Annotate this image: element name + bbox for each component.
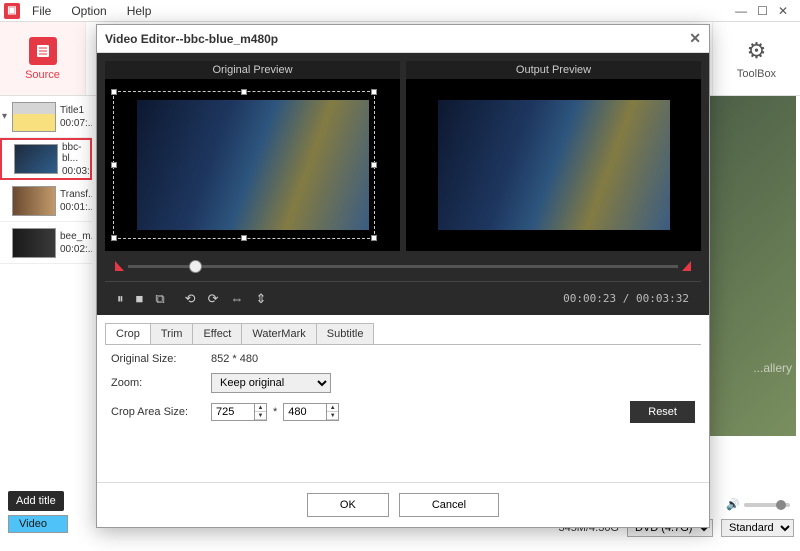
- original-preview-title: Original Preview: [105, 61, 400, 79]
- menu-help[interactable]: Help: [119, 2, 160, 20]
- snapshot-icon[interactable]: ⧉: [155, 291, 164, 307]
- minimize-icon[interactable]: —: [735, 4, 747, 18]
- maximize-icon[interactable]: ☐: [757, 4, 768, 18]
- original-size-value: 852 * 480: [211, 353, 258, 365]
- tab-watermark[interactable]: WaterMark: [241, 323, 316, 344]
- crop-form: Original Size: 852 * 480 Zoom: Keep orig…: [97, 345, 709, 439]
- original-preview-frame[interactable]: [105, 79, 400, 251]
- volume-slider[interactable]: [744, 503, 790, 507]
- video-chip[interactable]: Video: [8, 515, 68, 533]
- item-thumb: [12, 186, 56, 216]
- sidebar: ▾ Title1 00:07:... bbc-bl... 00:03:... Tra…: [0, 96, 92, 476]
- tab-subtitle[interactable]: Subtitle: [316, 323, 375, 344]
- sidebar-item-label: bee_m...: [60, 231, 92, 242]
- playback-time: 00:00:23 / 00:03:32: [563, 292, 689, 305]
- crop-width-input[interactable]: [211, 403, 255, 421]
- crop-width-stepper[interactable]: ▲▼: [254, 403, 267, 421]
- chevron-down-icon: ▾: [2, 111, 12, 122]
- crop-height-stepper[interactable]: ▲▼: [326, 403, 339, 421]
- trim-end-handle[interactable]: [682, 261, 691, 271]
- reset-button[interactable]: Reset: [630, 401, 695, 423]
- ok-button[interactable]: OK: [307, 493, 389, 517]
- cancel-button[interactable]: Cancel: [399, 493, 499, 517]
- output-preview-image: [438, 100, 670, 230]
- crop-box[interactable]: [113, 91, 375, 239]
- sidebar-item-title1[interactable]: ▾ Title1 00:07:...: [0, 96, 92, 138]
- crop-area-label: Crop Area Size:: [111, 406, 211, 418]
- item-duration: 00:01:...: [60, 202, 92, 213]
- output-preview-title: Output Preview: [406, 61, 701, 79]
- watermark-text: ...allery: [753, 361, 792, 375]
- tab-crop[interactable]: Crop: [105, 323, 151, 344]
- add-title-button[interactable]: Add title: [8, 491, 64, 511]
- zoom-label: Zoom:: [111, 377, 211, 389]
- item-thumb: [12, 102, 56, 132]
- tab-effect[interactable]: Effect: [192, 323, 242, 344]
- rotate-right-icon[interactable]: ⟳: [208, 291, 219, 307]
- sidebar-item-label: bbc-bl...: [62, 142, 90, 164]
- sidebar-item-label: Transf...: [60, 189, 92, 200]
- stop-icon[interactable]: ■: [136, 291, 144, 306]
- original-size-label: Original Size:: [111, 353, 211, 365]
- timeline-track[interactable]: [128, 265, 678, 268]
- volume-icon[interactable]: 🔊: [726, 498, 740, 511]
- source-label: Source: [25, 69, 60, 81]
- modal-title: Video Editor--bbc-blue_m480p: [105, 32, 278, 46]
- pause-icon[interactable]: ⏸: [117, 291, 124, 307]
- toolbox-label: ToolBox: [737, 68, 776, 80]
- crop-height-input[interactable]: [283, 403, 327, 421]
- output-preview-frame: [406, 79, 701, 251]
- toolbox-button[interactable]: ⚙ ToolBox: [712, 22, 800, 95]
- tab-trim[interactable]: Trim: [150, 323, 194, 344]
- zoom-select[interactable]: Keep original: [211, 373, 331, 393]
- quality-select[interactable]: Standard: [721, 519, 794, 537]
- sidebar-item-bee[interactable]: bee_m... 00:02:...: [0, 222, 92, 264]
- item-duration: 00:02:...: [60, 244, 92, 255]
- source-button[interactable]: Source: [0, 22, 86, 95]
- item-thumb: [12, 228, 56, 258]
- sidebar-item-label: Title1: [60, 105, 92, 116]
- menu-option[interactable]: Option: [63, 2, 114, 20]
- item-duration: 00:07:...: [60, 118, 92, 129]
- rotate-left-icon[interactable]: ⟲: [185, 291, 196, 307]
- timeline-playhead[interactable]: [189, 260, 202, 273]
- menu-file[interactable]: File: [24, 2, 59, 20]
- toolbox-icon: ⚙: [747, 38, 767, 64]
- modal-close-icon[interactable]: ✕: [689, 30, 701, 47]
- background-preview: ...allery: [704, 96, 796, 436]
- video-editor-modal: Video Editor--bbc-blue_m480p ✕ Original …: [96, 24, 710, 528]
- flip-vertical-icon[interactable]: ⇕: [255, 291, 266, 307]
- sidebar-item-bbc[interactable]: bbc-bl... 00:03:...: [0, 138, 92, 180]
- sidebar-item-transf[interactable]: Transf... 00:01:...: [0, 180, 92, 222]
- item-thumb: [14, 144, 58, 174]
- crop-separator: *: [273, 406, 277, 418]
- app-icon: ▣: [4, 3, 20, 19]
- flip-horizontal-icon[interactable]: ⇔: [230, 291, 243, 306]
- timeline[interactable]: [105, 251, 701, 281]
- close-icon[interactable]: ✕: [778, 4, 788, 18]
- trim-start-handle[interactable]: [115, 261, 124, 271]
- item-duration: 00:03:...: [62, 166, 90, 177]
- editor-tabs: Crop Trim Effect WaterMark Subtitle: [105, 323, 701, 345]
- source-icon: [29, 37, 57, 65]
